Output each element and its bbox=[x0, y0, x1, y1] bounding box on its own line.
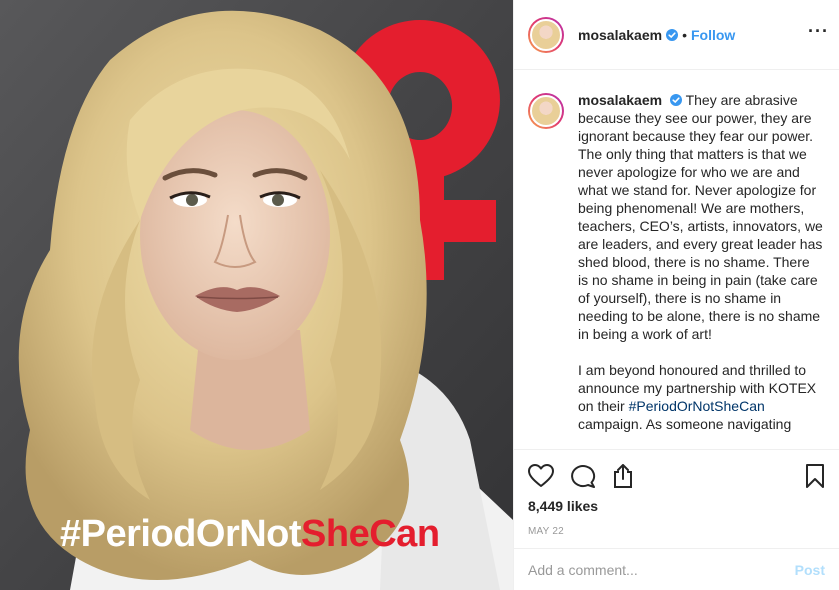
hashtag-part-white: #PeriodOrNot bbox=[60, 513, 302, 555]
add-comment-bar: Post bbox=[514, 548, 839, 590]
verified-badge-icon bbox=[666, 28, 679, 41]
post-side-panel: mosalakaem • Follow ··· mosalakaem They … bbox=[513, 0, 839, 590]
follow-button[interactable]: Follow bbox=[691, 27, 735, 43]
post-image[interactable]: #PeriodOrNotSheCan bbox=[0, 0, 513, 590]
campaign-hashtag-overlay: #PeriodOrNotSheCan bbox=[60, 513, 440, 556]
comment-icon[interactable] bbox=[570, 464, 596, 488]
author-username[interactable]: mosalakaem bbox=[578, 27, 662, 43]
like-count[interactable]: 8,449 likes bbox=[528, 498, 825, 518]
post-date[interactable]: May 22 bbox=[528, 526, 825, 537]
more-options-icon[interactable]: ··· bbox=[808, 22, 829, 40]
post-header: mosalakaem • Follow ··· bbox=[514, 0, 839, 70]
comment-input[interactable] bbox=[528, 561, 795, 578]
separator-dot: • bbox=[682, 26, 687, 43]
caption-text: mosalakaem They are abrasive because the… bbox=[578, 91, 823, 433]
comments-section[interactable]: mosalakaem They are abrasive because the… bbox=[514, 71, 839, 449]
heart-icon[interactable] bbox=[528, 464, 554, 488]
verified-badge-icon bbox=[669, 94, 682, 106]
share-icon[interactable] bbox=[612, 464, 634, 488]
portrait-illustration bbox=[0, 0, 513, 590]
action-icons bbox=[528, 458, 825, 498]
bookmark-icon[interactable] bbox=[805, 464, 825, 488]
caption-row: mosalakaem They are abrasive because the… bbox=[528, 91, 823, 433]
caption-username[interactable]: mosalakaem bbox=[578, 92, 662, 108]
hashtag-part-red: SheCan bbox=[301, 513, 440, 555]
author-avatar[interactable] bbox=[528, 16, 564, 53]
caption-paragraph-2-cut: campaign. As someone navigating bbox=[578, 416, 792, 432]
caption-paragraph-1: They are abrasive because they see our p… bbox=[578, 92, 823, 342]
post-actions: 8,449 likes May 22 bbox=[514, 449, 839, 537]
post-comment-button[interactable]: Post bbox=[795, 562, 825, 578]
hashtag-link[interactable]: #PeriodOrNotSheCan bbox=[629, 398, 765, 414]
caption-author-avatar[interactable] bbox=[528, 93, 564, 129]
